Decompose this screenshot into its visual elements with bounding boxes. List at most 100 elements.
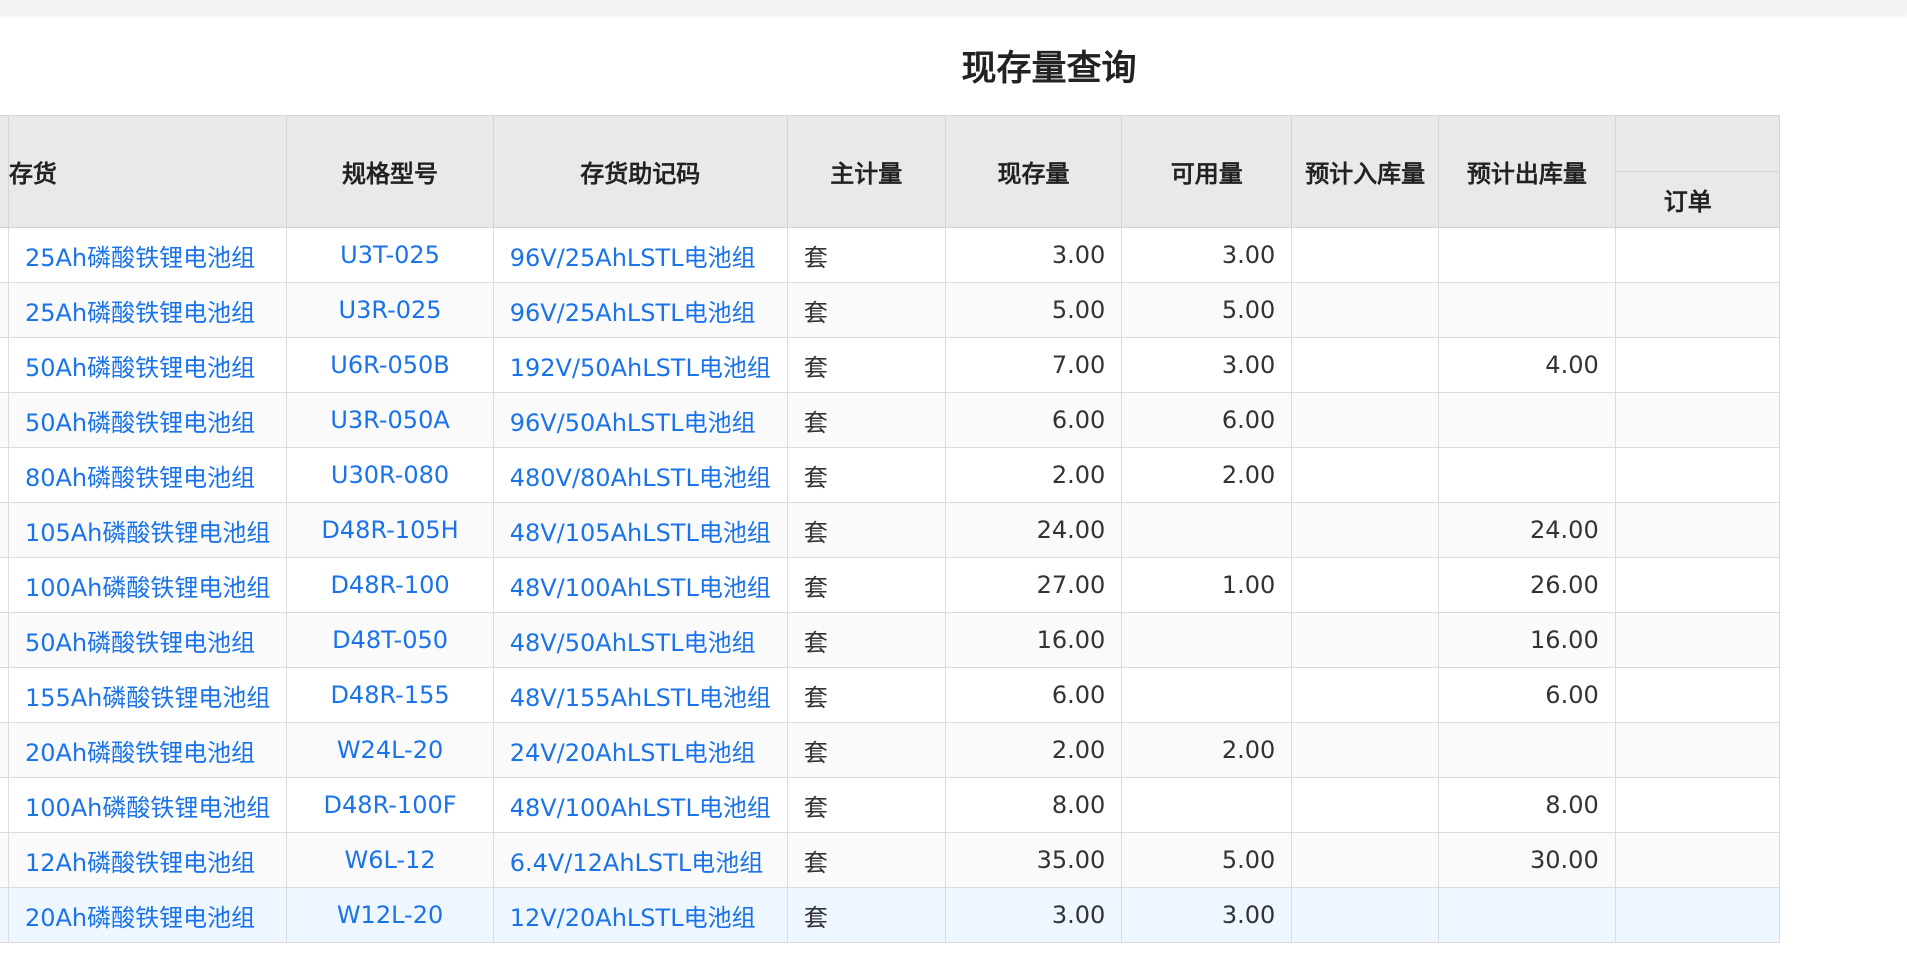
spec-link[interactable]: U3R-050A: [286, 392, 494, 448]
unit-cell: 套: [787, 557, 946, 613]
expected-out-cell: 8.00: [1438, 777, 1616, 833]
on-hand-cell: 35.00: [945, 832, 1123, 888]
inventory-name-link[interactable]: 20Ah磷酸铁锂电池组: [8, 887, 288, 943]
mnemonic-link[interactable]: 96V/50AhLSTL电池组: [493, 392, 788, 448]
inventory-name-link[interactable]: 12Ah磷酸铁锂电池组: [8, 832, 288, 888]
column-header-available[interactable]: 可用量: [1121, 115, 1293, 228]
table-row[interactable]: 225Ah磷酸铁锂电池组U3R-02596V/25AhLSTL电池组套5.005…: [0, 282, 1781, 338]
table-row[interactable]: 1320Ah磷酸铁锂电池组W12L-2012V/20AhLSTL电池组套3.00…: [0, 887, 1781, 943]
order-cell: [1615, 392, 1781, 448]
expected-out-cell: 24.00: [1438, 502, 1616, 558]
table-row[interactable]: 350Ah磷酸铁锂电池组U6R-050B192V/50AhLSTL电池组套7.0…: [0, 337, 1781, 393]
expected-out-cell: 6.00: [1438, 667, 1616, 723]
table-row[interactable]: 7100Ah磷酸铁锂电池组D48R-10048V/100AhLSTL电池组套27…: [0, 557, 1781, 613]
order-cell: [1615, 557, 1781, 613]
expected-in-cell: [1291, 612, 1440, 668]
on-hand-cell: 3.00: [945, 227, 1123, 283]
order-cell: [1615, 777, 1781, 833]
inventory-name-link[interactable]: 100Ah磷酸铁锂电池组: [8, 777, 288, 833]
expected-in-cell: [1291, 887, 1440, 943]
spec-link[interactable]: D48R-105H: [286, 502, 494, 558]
column-header-on-hand[interactable]: 现存量: [944, 115, 1123, 228]
table-row[interactable]: 6105Ah磷酸铁锂电池组D48R-105H48V/105AhLSTL电池组套2…: [0, 502, 1781, 558]
table-row[interactable]: 1020Ah磷酸铁锂电池组W24L-2024V/20AhLSTL电池组套2.00…: [0, 722, 1781, 778]
spec-link[interactable]: W24L-20: [286, 722, 494, 778]
inventory-name-link[interactable]: 25Ah磷酸铁锂电池组: [8, 282, 288, 338]
spec-link[interactable]: D48R-100F: [286, 777, 494, 833]
spec-link[interactable]: D48R-155: [286, 667, 494, 723]
mnemonic-link[interactable]: 12V/20AhLSTL电池组: [493, 887, 788, 943]
row-index: 4: [0, 392, 9, 448]
order-cell: [1615, 722, 1781, 778]
table-row[interactable]: 11100Ah磷酸铁锂电池组D48R-100F48V/100AhLSTL电池组套…: [0, 777, 1781, 833]
unit-cell: 套: [787, 777, 946, 833]
mnemonic-link[interactable]: 6.4V/12AhLSTL电池组: [493, 832, 788, 888]
unit-cell: 套: [787, 722, 946, 778]
expected-in-cell: [1291, 227, 1440, 283]
table-row[interactable]: 850Ah磷酸铁锂电池组D48T-05048V/50AhLSTL电池组套16.0…: [0, 612, 1781, 668]
mnemonic-link[interactable]: 24V/20AhLSTL电池组: [493, 722, 788, 778]
available-cell: 6.00: [1121, 392, 1293, 448]
column-header-spec[interactable]: 规格型号: [286, 115, 494, 228]
available-cell: [1121, 502, 1293, 558]
table-row[interactable]: 9155Ah磷酸铁锂电池组D48R-15548V/155AhLSTL电池组套6.…: [0, 667, 1781, 723]
mnemonic-link[interactable]: 48V/50AhLSTL电池组: [493, 612, 788, 668]
column-header-inventory[interactable]: 存货: [7, 115, 288, 228]
mnemonic-link[interactable]: 48V/105AhLSTL电池组: [493, 502, 788, 558]
inventory-name-link[interactable]: 25Ah磷酸铁锂电池组: [8, 227, 288, 283]
expected-in-cell: [1291, 282, 1440, 338]
expected-out-cell: 30.00: [1438, 832, 1616, 888]
mnemonic-link[interactable]: 48V/100AhLSTL电池组: [493, 557, 788, 613]
on-hand-cell: 3.00: [945, 887, 1123, 943]
mnemonic-link[interactable]: 192V/50AhLSTL电池组: [493, 337, 788, 393]
mnemonic-link[interactable]: 96V/25AhLSTL电池组: [493, 282, 788, 338]
row-index: 11: [0, 777, 9, 833]
inventory-name-link[interactable]: 50Ah磷酸铁锂电池组: [8, 337, 288, 393]
inventory-name-link[interactable]: 50Ah磷酸铁锂电池组: [8, 392, 288, 448]
column-header-order[interactable]: 订单: [1614, 171, 1781, 228]
available-cell: [1121, 667, 1293, 723]
inventory-name-link[interactable]: 80Ah磷酸铁锂电池组: [8, 447, 288, 503]
available-cell: [1121, 777, 1293, 833]
table-row[interactable]: 580Ah磷酸铁锂电池组U30R-080480V/80AhLSTL电池组套2.0…: [0, 447, 1781, 503]
spec-link[interactable]: D48R-100: [286, 557, 494, 613]
spec-link[interactable]: U30R-080: [286, 447, 494, 503]
spec-link[interactable]: D48T-050: [286, 612, 494, 668]
column-header-mnemonic[interactable]: 存货助记码: [492, 115, 788, 228]
unit-cell: 套: [787, 612, 946, 668]
grid-viewport[interactable]: 序号 存货 规格型号 存货助记码 主计量 现存量 可用量 预计入库量 预计出库量…: [0, 115, 1907, 954]
inventory-name-link[interactable]: 20Ah磷酸铁锂电池组: [8, 722, 288, 778]
expected-in-cell: [1291, 502, 1440, 558]
order-cell: [1615, 502, 1781, 558]
table-row[interactable]: 125Ah磷酸铁锂电池组U3T-02596V/25AhLSTL电池组套3.003…: [0, 227, 1781, 283]
column-header-expected-out[interactable]: 预计出库量: [1438, 115, 1616, 228]
column-header-expected-in[interactable]: 预计入库量: [1291, 115, 1440, 228]
column-header-unit[interactable]: 主计量: [786, 115, 946, 228]
mnemonic-link[interactable]: 48V/155AhLSTL电池组: [493, 667, 788, 723]
expected-out-cell: [1438, 282, 1616, 338]
expected-in-cell: [1291, 722, 1440, 778]
mnemonic-link[interactable]: 96V/25AhLSTL电池组: [493, 227, 788, 283]
row-index: 7: [0, 557, 9, 613]
spec-link[interactable]: W12L-20: [286, 887, 494, 943]
spec-link[interactable]: U3T-025: [286, 227, 494, 283]
spec-link[interactable]: W6L-12: [286, 832, 494, 888]
unit-cell: 套: [787, 832, 946, 888]
mnemonic-link[interactable]: 480V/80AhLSTL电池组: [493, 447, 788, 503]
on-hand-cell: 2.00: [945, 447, 1123, 503]
column-header-index[interactable]: 序号: [0, 115, 9, 228]
unit-cell: 套: [787, 337, 946, 393]
spec-link[interactable]: U3R-025: [286, 282, 494, 338]
table-row[interactable]: 450Ah磷酸铁锂电池组U3R-050A96V/50AhLSTL电池组套6.00…: [0, 392, 1781, 448]
row-index: 9: [0, 667, 9, 723]
available-cell: 1.00: [1121, 557, 1293, 613]
unit-cell: 套: [787, 227, 946, 283]
on-hand-cell: 27.00: [945, 557, 1123, 613]
inventory-name-link[interactable]: 50Ah磷酸铁锂电池组: [8, 612, 288, 668]
inventory-name-link[interactable]: 100Ah磷酸铁锂电池组: [8, 557, 288, 613]
spec-link[interactable]: U6R-050B: [286, 337, 494, 393]
mnemonic-link[interactable]: 48V/100AhLSTL电池组: [493, 777, 788, 833]
table-row[interactable]: 1212Ah磷酸铁锂电池组W6L-126.4V/12AhLSTL电池组套35.0…: [0, 832, 1781, 888]
inventory-name-link[interactable]: 105Ah磷酸铁锂电池组: [8, 502, 288, 558]
inventory-name-link[interactable]: 155Ah磷酸铁锂电池组: [8, 667, 288, 723]
